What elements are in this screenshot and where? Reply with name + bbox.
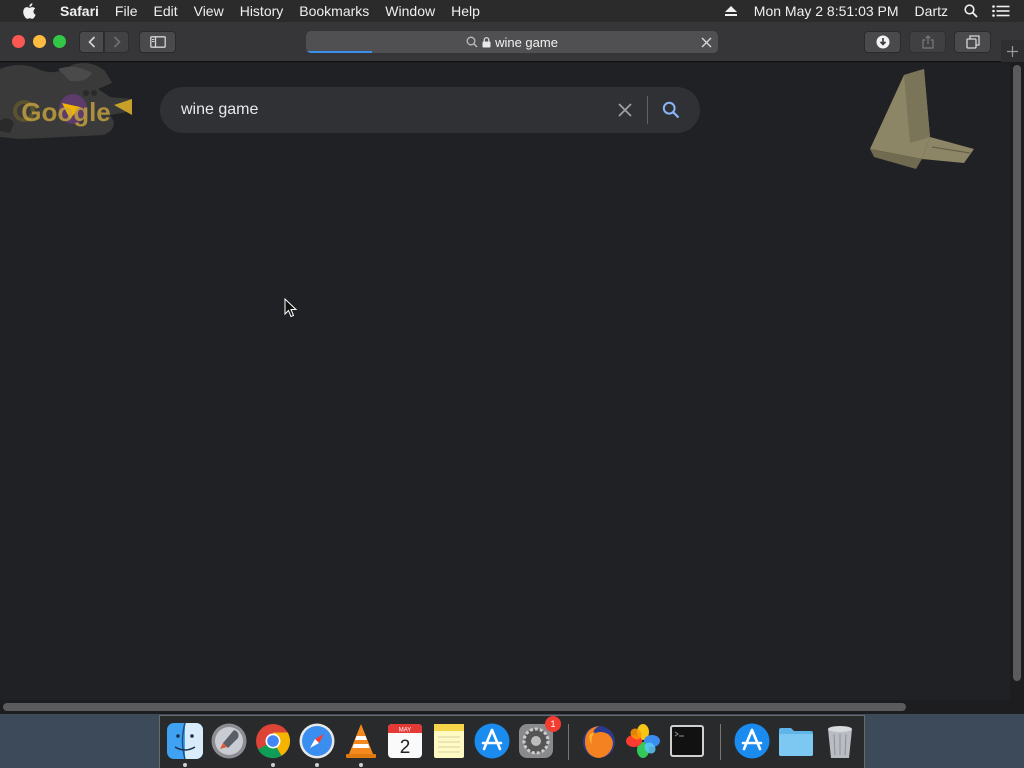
zoom-window-button[interactable] <box>53 35 66 48</box>
dock-safari[interactable] <box>298 722 336 760</box>
safari-icon <box>299 723 335 759</box>
dock-separator <box>568 724 569 760</box>
app-store-icon <box>474 723 510 759</box>
dock-vlc[interactable] <box>342 722 380 760</box>
eject-icon[interactable] <box>716 6 746 16</box>
search-query-text[interactable]: wine game <box>181 101 611 119</box>
google-doodle[interactable]: Google <box>0 63 132 139</box>
menu-bookmarks[interactable]: Bookmarks <box>291 3 377 19</box>
doodle-paper-graphic <box>866 67 978 177</box>
close-window-button[interactable] <box>12 35 25 48</box>
notification-badge: 1 <box>545 716 561 732</box>
forward-button[interactable] <box>104 31 129 53</box>
dock-launchpad[interactable] <box>210 722 248 760</box>
dock-calendar[interactable]: MAY 2 <box>386 722 424 760</box>
doodle-logo-text: Google <box>21 97 111 127</box>
firefox-icon <box>583 726 615 758</box>
photos-icon <box>626 724 660 758</box>
vlc-icon <box>346 724 376 758</box>
menu-window[interactable]: Window <box>377 3 443 19</box>
downloads-button[interactable] <box>864 31 901 53</box>
clear-search-button[interactable] <box>611 96 639 124</box>
close-icon <box>701 37 711 47</box>
horizontal-scroll-thumb[interactable] <box>3 703 906 711</box>
close-icon <box>618 103 632 117</box>
chevron-left-icon <box>87 36 95 48</box>
sidebar-toggle-button[interactable] <box>139 31 176 53</box>
page-load-progress <box>306 51 372 53</box>
calendar-day-label: 2 <box>400 737 411 758</box>
vertical-scroll-thumb[interactable] <box>1013 65 1021 681</box>
documents-folder-icon <box>779 728 813 756</box>
page-content: Google wine game <box>0 63 1010 700</box>
app-store-folder-icon <box>734 723 770 759</box>
back-button[interactable] <box>79 31 104 53</box>
horizontal-scrollbar[interactable] <box>0 700 1010 714</box>
dock-separator <box>720 724 721 760</box>
menu-app-safari[interactable]: Safari <box>52 3 107 19</box>
sidebar-icon <box>149 36 166 48</box>
menu-help[interactable]: Help <box>443 3 488 19</box>
dock-chrome[interactable] <box>254 722 292 760</box>
menu-history[interactable]: History <box>232 3 292 19</box>
download-icon <box>876 35 889 49</box>
dock-terminal[interactable] <box>668 722 706 760</box>
terminal-icon <box>670 725 704 757</box>
dock: MAY 2 1 <box>159 715 865 768</box>
tabs-overview-icon <box>965 35 980 49</box>
browser-toolbar: wine game <box>0 22 1024 62</box>
search-box[interactable]: wine game <box>160 87 700 133</box>
trash-icon <box>828 726 852 758</box>
dock-notes[interactable] <box>430 722 468 760</box>
dock-finder[interactable] <box>166 722 204 760</box>
dock-photos[interactable] <box>624 722 662 760</box>
spotlight-search-icon[interactable] <box>956 4 986 18</box>
share-icon <box>921 35 934 49</box>
lock-icon <box>482 36 491 47</box>
chevron-right-icon <box>113 36 121 48</box>
show-all-tabs-button[interactable] <box>954 31 991 53</box>
vertical-scrollbar[interactable] <box>1010 63 1024 700</box>
menu-user[interactable]: Dartz <box>907 3 956 19</box>
search-submit-button[interactable] <box>648 87 694 133</box>
dock-firefox[interactable] <box>580 722 618 760</box>
finder-icon <box>167 722 203 760</box>
dock-trash[interactable] <box>821 722 859 760</box>
search-icon <box>662 101 680 119</box>
menu-view[interactable]: View <box>186 3 232 19</box>
address-bar-text: wine game <box>495 34 558 50</box>
menu-file[interactable]: File <box>107 3 146 19</box>
menu-bar: Safari File Edit View History Bookmarks … <box>0 0 1024 22</box>
dock-app-store[interactable] <box>473 722 511 760</box>
minimize-window-button[interactable] <box>33 35 46 48</box>
calendar-month-label: MAY <box>399 728 412 734</box>
new-tab-button[interactable] <box>1001 40 1024 62</box>
launchpad-icon <box>211 723 247 759</box>
mouse-cursor-icon <box>284 297 298 318</box>
menu-clock[interactable]: Mon May 2 8:51:03 PM <box>746 3 907 19</box>
apple-menu-icon[interactable] <box>18 3 40 19</box>
menu-edit[interactable]: Edit <box>145 3 185 19</box>
dock-documents-folder[interactable] <box>777 722 815 760</box>
plus-icon <box>1007 45 1018 57</box>
dock-applications-folder[interactable] <box>733 722 771 760</box>
address-bar[interactable]: wine game <box>306 31 718 53</box>
clear-address-button[interactable] <box>698 34 714 50</box>
dock-system-preferences[interactable]: 1 <box>517 716 561 760</box>
search-icon <box>466 36 478 48</box>
notes-icon <box>434 724 464 758</box>
calendar-icon: MAY 2 <box>388 724 422 758</box>
notification-center-icon[interactable] <box>986 5 1016 17</box>
chrome-icon <box>256 724 290 759</box>
share-button[interactable] <box>909 31 946 53</box>
